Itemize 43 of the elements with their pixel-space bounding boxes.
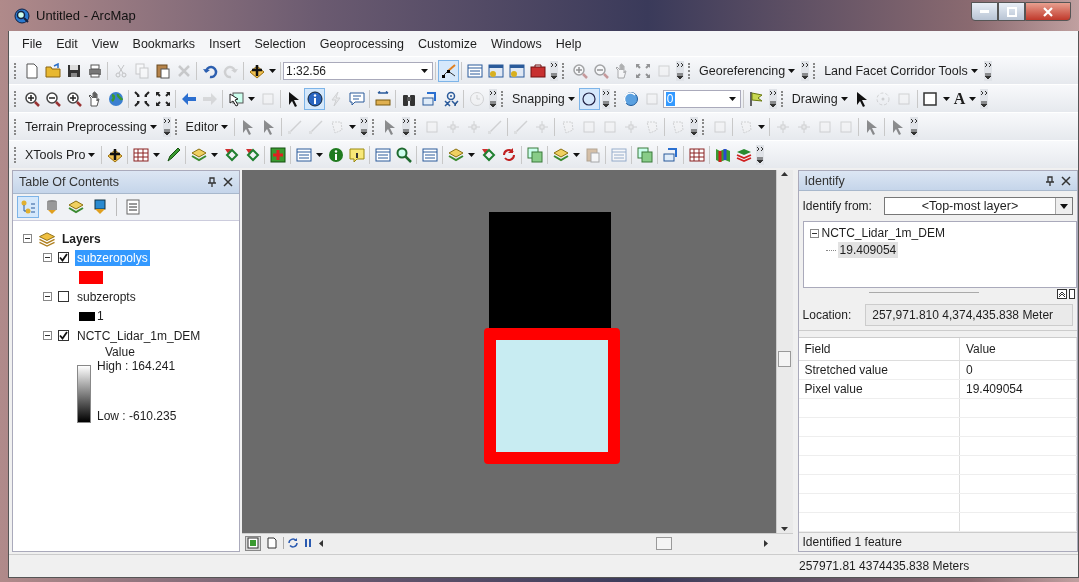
menu-item[interactable]: Geoprocessing: [312, 33, 411, 54]
layer-dropdown[interactable]: <Top-most layer>: [883, 197, 1073, 216]
menu-item[interactable]: Windows: [483, 33, 549, 54]
toolbar-menu[interactable]: Snapping: [508, 89, 579, 108]
layer-name[interactable]: NCTC_Lidar_1m_DEM: [75, 327, 203, 344]
legend-label: 1: [97, 309, 104, 323]
menu-item[interactable]: Help: [548, 33, 589, 54]
text-tool[interactable]: A: [951, 89, 968, 108]
legend-low: Low : -610.235: [97, 409, 178, 423]
field-label: Identify from:: [802, 199, 872, 214]
table-cell: Stretched value: [798, 360, 960, 380]
menu-item[interactable]: File: [15, 33, 50, 54]
toolbar-menu[interactable]: Land Facet Corridor Tools: [820, 61, 982, 80]
menu-item[interactable]: Insert: [202, 33, 248, 54]
location-label: Location:: [802, 308, 852, 323]
status-coordinates: 257971.81 4374435.838 Meters: [799, 559, 970, 573]
result-layer-name[interactable]: NCTC_Lidar_1m_DEM: [821, 226, 945, 241]
legend-high: High : 164.241: [97, 359, 177, 373]
toolbar-menu[interactable]: Editor: [181, 117, 233, 136]
toolbar-menu[interactable]: Terrain Preprocessing: [21, 117, 161, 136]
layer-name[interactable]: subzeropts: [75, 288, 138, 305]
table-cell: Pixel value: [798, 379, 960, 399]
layer-group-label: Layers: [62, 231, 101, 246]
menu-item[interactable]: Customize: [410, 33, 484, 54]
result-value[interactable]: 19.409054: [837, 242, 899, 259]
panel-title: Identify: [804, 173, 846, 188]
menu-item[interactable]: Edit: [49, 33, 85, 54]
menu-item[interactable]: Selection: [247, 33, 313, 54]
table-cell: 19.409054: [959, 379, 1077, 399]
toolbar-menu[interactable]: Drawing: [787, 89, 852, 108]
table-cell: 0: [959, 360, 1077, 380]
column-header[interactable]: Field: [798, 338, 960, 361]
panel-title: Table Of Contents: [19, 175, 121, 189]
menu-item[interactable]: Bookmarks: [125, 33, 203, 54]
column-header[interactable]: Value: [959, 338, 1077, 361]
menu-item[interactable]: View: [84, 33, 126, 54]
toolbar-menu[interactable]: Georeferencing: [695, 61, 800, 80]
window-title: Untitled - ArcMap: [36, 8, 137, 23]
toolbar-menu[interactable]: XTools Pro: [21, 145, 100, 164]
feature-count: Identified 1 feature: [802, 535, 902, 550]
legend-title: Value: [105, 345, 136, 359]
location-value: 257,971.810 4,374,435.838 Meter: [865, 304, 1073, 327]
scale-combo[interactable]: 1:32.56: [283, 61, 433, 80]
